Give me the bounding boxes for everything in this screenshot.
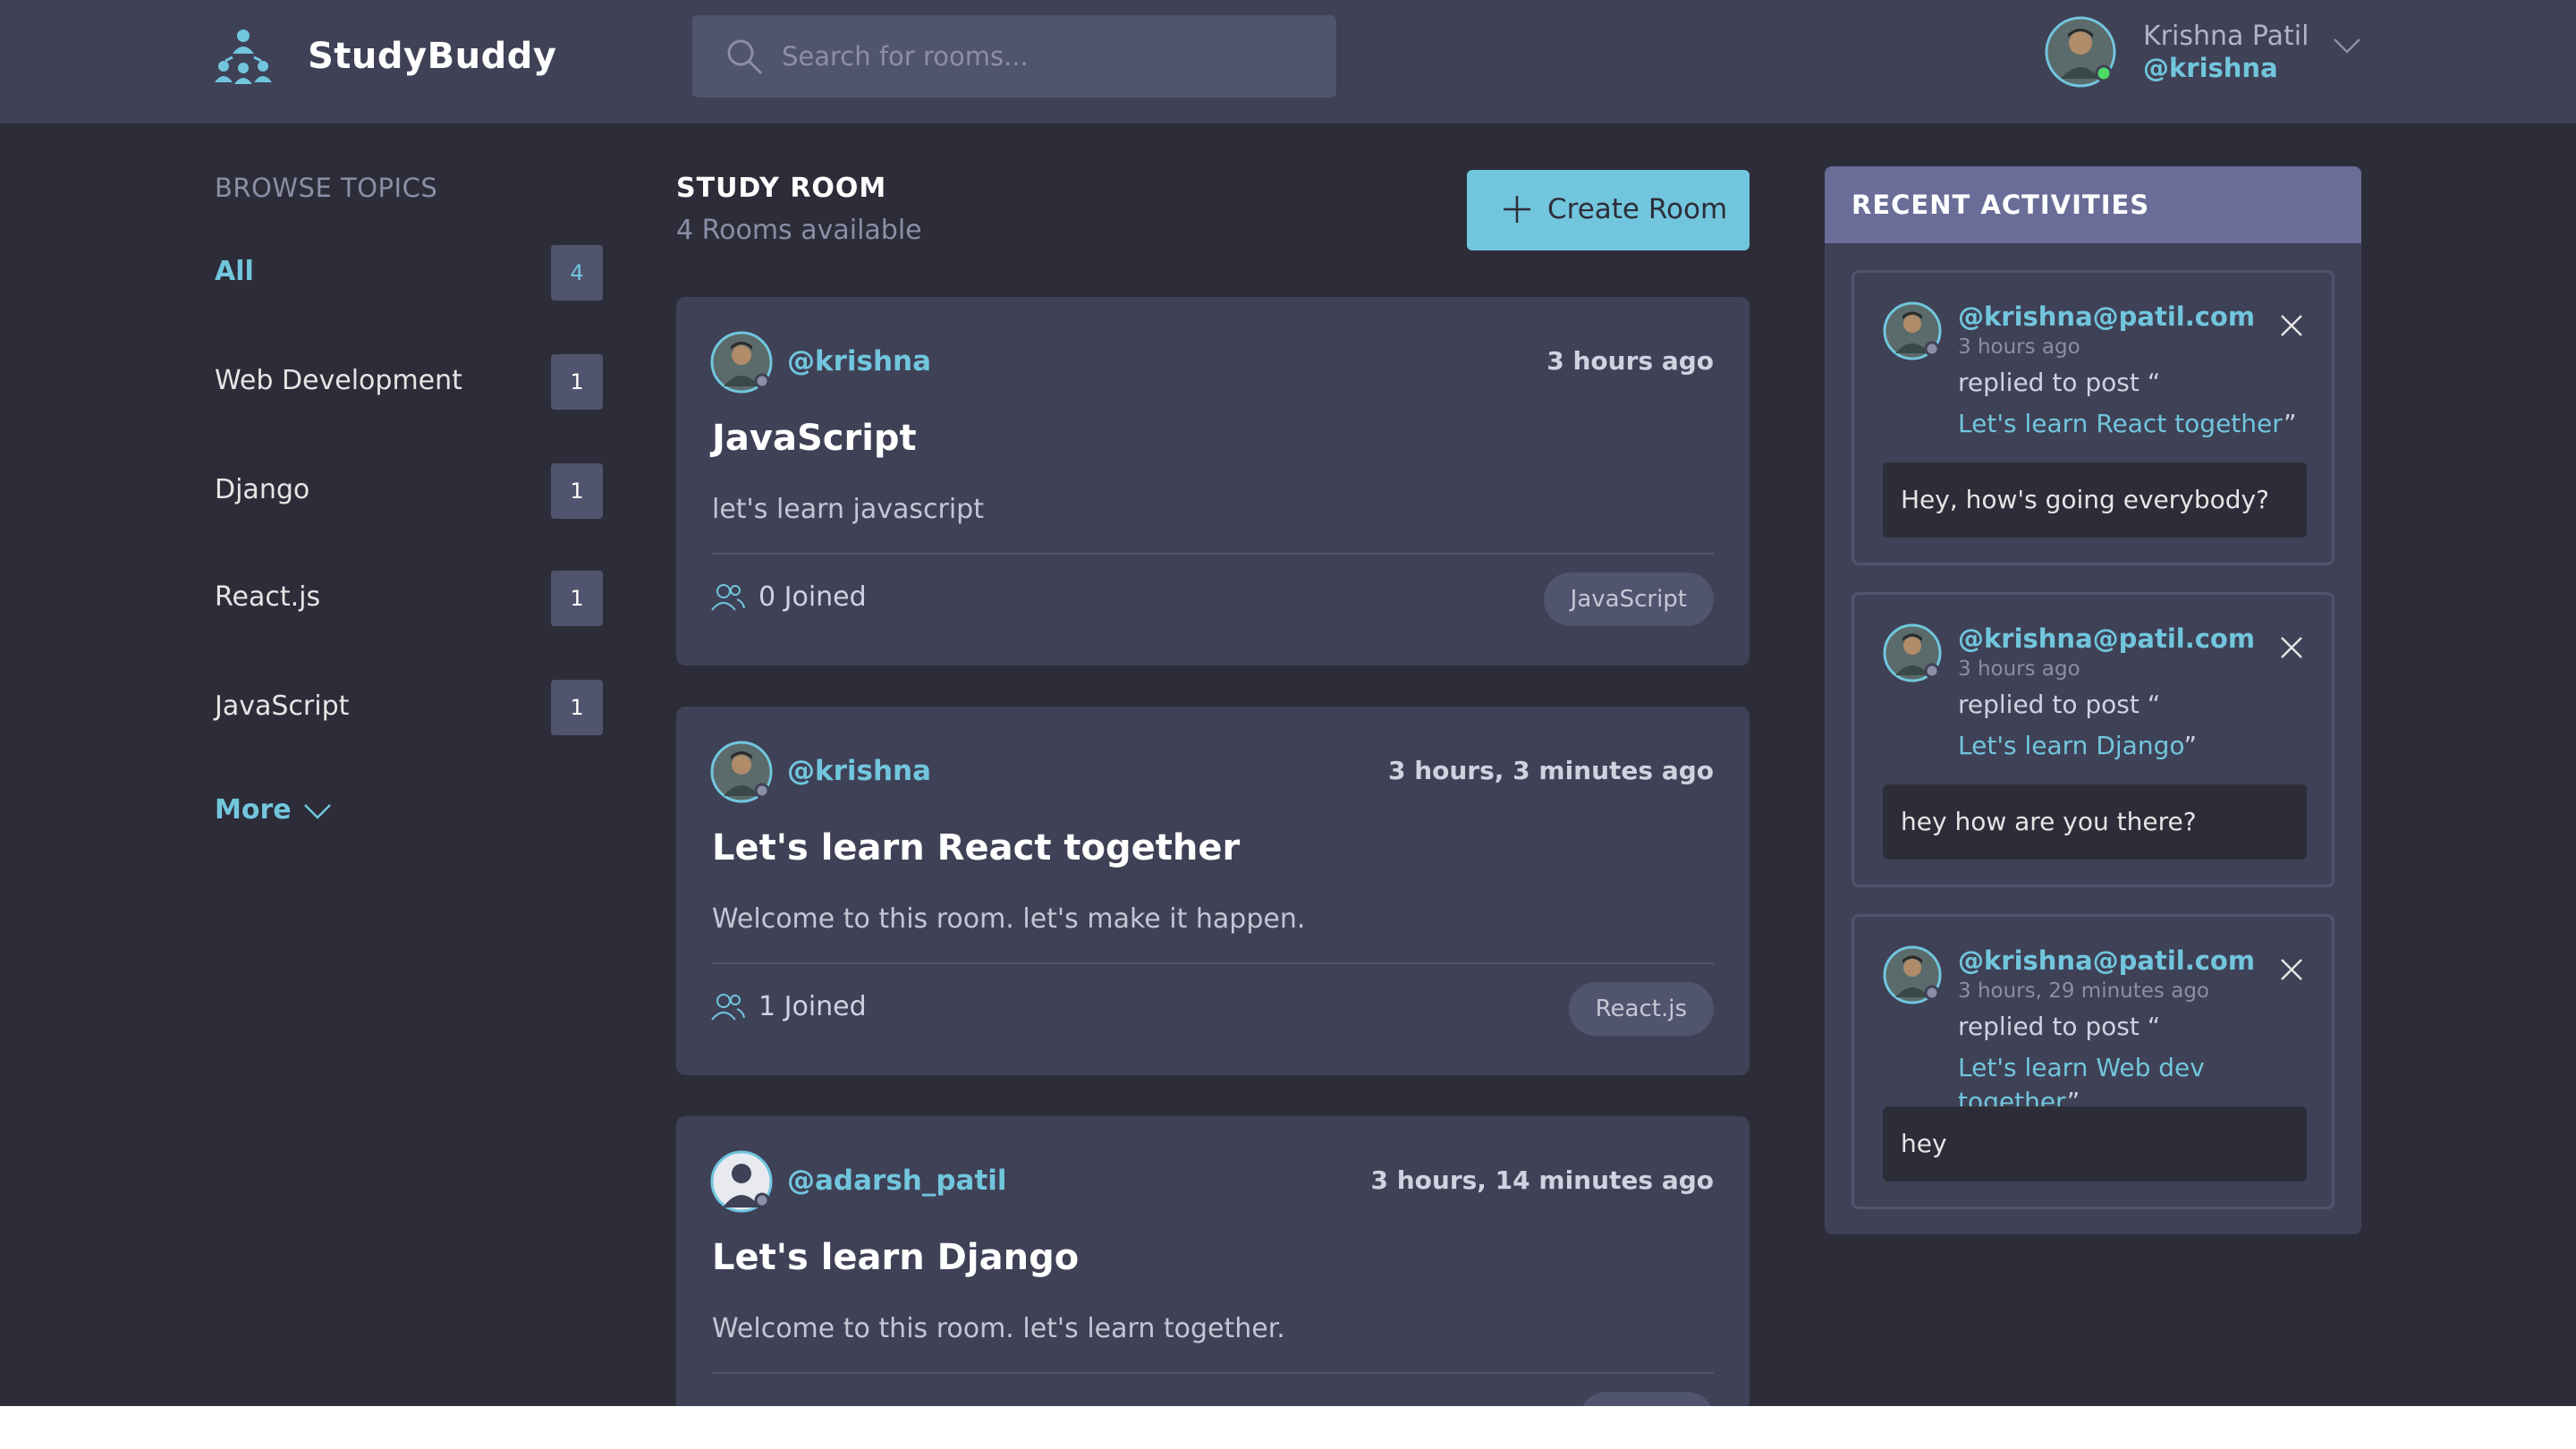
recent-activities-panel: RECENT ACTIVITIES @krishna@patil.com 3 h… [1825,166,2361,1234]
room-description: Welcome to this room. let's learn togeth… [712,1313,1285,1344]
recent-activities-title: RECENT ACTIVITIES [1852,190,2150,220]
author-avatar[interactable] [710,331,773,394]
activity-avatar[interactable] [1883,945,1942,1004]
activity-message-text: hey [1901,1129,1947,1158]
room-card[interactable]: @adarsh_patil 3 hours, 14 minutes ago Le… [676,1116,1750,1406]
chevron-down-icon[interactable] [2331,32,2363,59]
room-title[interactable]: Let's learn React together [712,825,1240,871]
more-topics-link[interactable]: More [215,792,333,828]
recent-activities-header: RECENT ACTIVITIES [1825,166,2361,243]
activity-message: hey how are you there? [1883,784,2307,860]
room-card[interactable]: @krishna 3 hours ago JavaScript let's le… [676,297,1750,665]
plus-icon [1504,196,1530,223]
room-card[interactable]: @krishna 3 hours, 3 minutes ago Let's le… [676,707,1750,1075]
search-icon [727,39,762,74]
room-time: 3 hours, 14 minutes ago [1370,1165,1714,1195]
study-room-heading: STUDY ROOM [676,173,887,204]
topic-count: 1 [551,680,603,735]
topic-django[interactable]: Django 1 [215,463,603,519]
topic-javascript[interactable]: JavaScript 1 [215,680,603,735]
activity-user[interactable]: @krishna@patil.com [1958,300,2255,334]
topic-count: 1 [551,571,603,626]
activity-post-link[interactable]: Let's learn React together” [1958,407,2296,441]
activity-post-link[interactable]: Let's learn Django” [1958,729,2197,763]
activity-message: hey [1883,1106,2307,1182]
top-header: StudyBuddy Krishna Patil @krishna [0,0,2576,123]
close-icon[interactable] [2278,634,2305,661]
room-author[interactable]: @krishna [787,753,931,789]
activity-time: 3 hours ago [1958,657,2080,681]
author-avatar[interactable] [710,741,773,803]
room-description: let's learn javascript [712,494,984,525]
room-topic-tag[interactable]: React.js [1568,982,1714,1036]
activity-action: replied to post “ [1958,690,2161,719]
user-avatar[interactable] [2045,16,2116,88]
room-author[interactable]: @krishna [787,343,931,379]
room-description: Welcome to this room. let's make it happ… [712,903,1306,935]
activity-item: @krishna@patil.com 3 hours ago replied t… [1852,592,2334,887]
app-window: StudyBuddy Krishna Patil @krishna BROWSE… [0,0,2576,1406]
card-divider [712,1372,1714,1374]
activity-post-title: Let's learn React together [1958,409,2284,438]
topic-count: 4 [551,245,603,301]
room-time: 3 hours ago [1546,346,1714,376]
user-handle[interactable]: @krishna [2143,52,2278,84]
topic-label: All [215,256,254,287]
chevron-down-icon [303,803,331,819]
card-divider [712,553,1714,555]
user-name[interactable]: Krishna Patil [2143,20,2309,54]
topic-label: Web Development [215,365,462,396]
topic-web-development[interactable]: Web Development 1 [215,354,603,410]
activity-user[interactable]: @krishna@patil.com [1958,944,2255,978]
rooms-available-count: 4 Rooms available [676,215,922,246]
close-icon[interactable] [2278,312,2305,339]
search-input[interactable] [782,15,1309,97]
topic-reactjs[interactable]: React.js 1 [215,571,603,626]
activity-post-title: Let's learn Django [1958,731,2184,760]
activity-message: Hey, how's going everybody? [1883,462,2307,538]
room-title[interactable]: Let's learn Django [712,1234,1079,1281]
browse-topics-title: BROWSE TOPICS [215,173,438,203]
room-topic-tag[interactable] [1580,1392,1714,1406]
topic-count: 1 [551,463,603,519]
activity-item: @krishna@patil.com 3 hours, 29 minutes a… [1852,914,2334,1209]
topic-label: Django [215,474,310,505]
room-time: 3 hours, 3 minutes ago [1387,756,1714,785]
close-icon[interactable] [2278,956,2305,983]
activity-message-text: hey how are you there? [1901,807,2197,836]
more-label: More [215,794,292,826]
search-bar[interactable] [692,15,1336,97]
activity-avatar[interactable] [1883,301,1942,360]
room-joined-count: 1 Joined [758,991,867,1022]
topic-all[interactable]: All 4 [215,245,603,301]
topic-label: JavaScript [215,691,350,722]
topic-count: 1 [551,354,603,410]
studybuddy-logo-icon[interactable] [213,27,274,86]
room-topic-tag[interactable]: JavaScript [1543,572,1714,626]
close-quote: ” [2183,731,2197,760]
room-title[interactable]: JavaScript [712,415,917,462]
create-room-button[interactable]: Create Room [1467,170,1750,250]
activity-action: replied to post “ [1958,368,2161,397]
close-quote: ” [2283,409,2297,438]
activity-time: 3 hours ago [1958,335,2080,359]
activity-time: 3 hours, 29 minutes ago [1958,979,2209,1003]
create-room-label: Create Room [1547,193,1728,225]
room-author[interactable]: @adarsh_patil [787,1163,1007,1199]
brand-name[interactable]: StudyBuddy [308,32,556,80]
room-joined-count: 0 Joined [758,581,867,613]
author-avatar[interactable] [710,1150,773,1213]
activity-message-text: Hey, how's going everybody? [1901,485,2269,514]
topic-label: React.js [215,581,321,613]
activity-avatar[interactable] [1883,623,1942,682]
card-divider [712,962,1714,964]
users-icon [711,584,745,611]
activity-item: @krishna@patil.com 3 hours ago replied t… [1852,270,2334,565]
users-icon [711,994,745,1021]
activity-user[interactable]: @krishna@patil.com [1958,622,2255,656]
activity-action: replied to post “ [1958,1012,2161,1041]
